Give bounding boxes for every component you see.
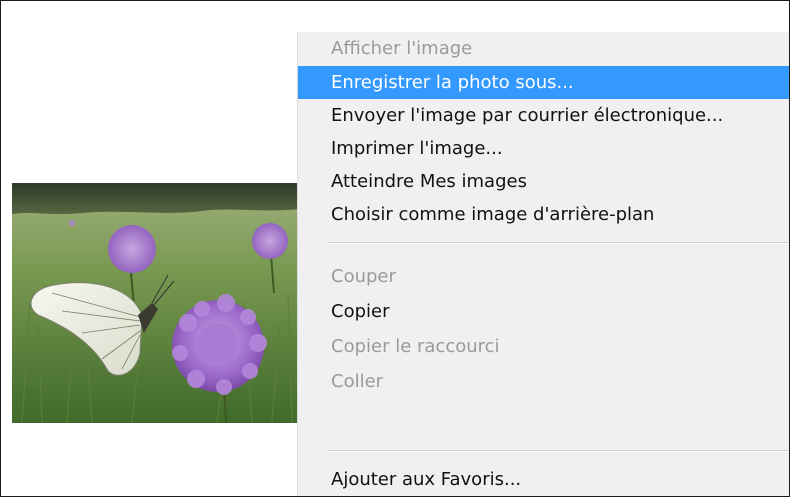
menu-item-arriere-plan[interactable]: Choisir comme image d'arrière-plan [298,198,789,231]
menu-separator [327,450,789,452]
menu-item-couper[interactable]: Couper [298,260,789,293]
menu-item-copier[interactable]: Copier [298,295,789,328]
menu-separator [327,242,789,244]
menu-item-imprimer-image[interactable]: Imprimer l'image... [298,132,789,165]
context-menu: Afficher l'image Enregistrer la photo so… [297,32,789,496]
screenshot-frame: Afficher l'image Enregistrer la photo so… [0,0,790,497]
menu-item-copier-raccourci[interactable]: Copier le raccourci [298,330,789,363]
menu-item-coller[interactable]: Coller [298,365,789,398]
butterfly-photo-image [12,183,299,423]
menu-item-afficher-image[interactable]: Afficher l'image [298,32,789,65]
menu-item-ajouter-favoris[interactable]: Ajouter aux Favoris... [298,463,789,496]
menu-item-atteindre-mes-images[interactable]: Atteindre Mes images [298,165,789,198]
butterfly-photo[interactable] [12,183,299,423]
menu-item-envoyer-image[interactable]: Envoyer l'image par courrier électroniqu… [298,99,789,132]
menu-item-enregistrer-photo[interactable]: Enregistrer la photo sous... [298,66,789,99]
